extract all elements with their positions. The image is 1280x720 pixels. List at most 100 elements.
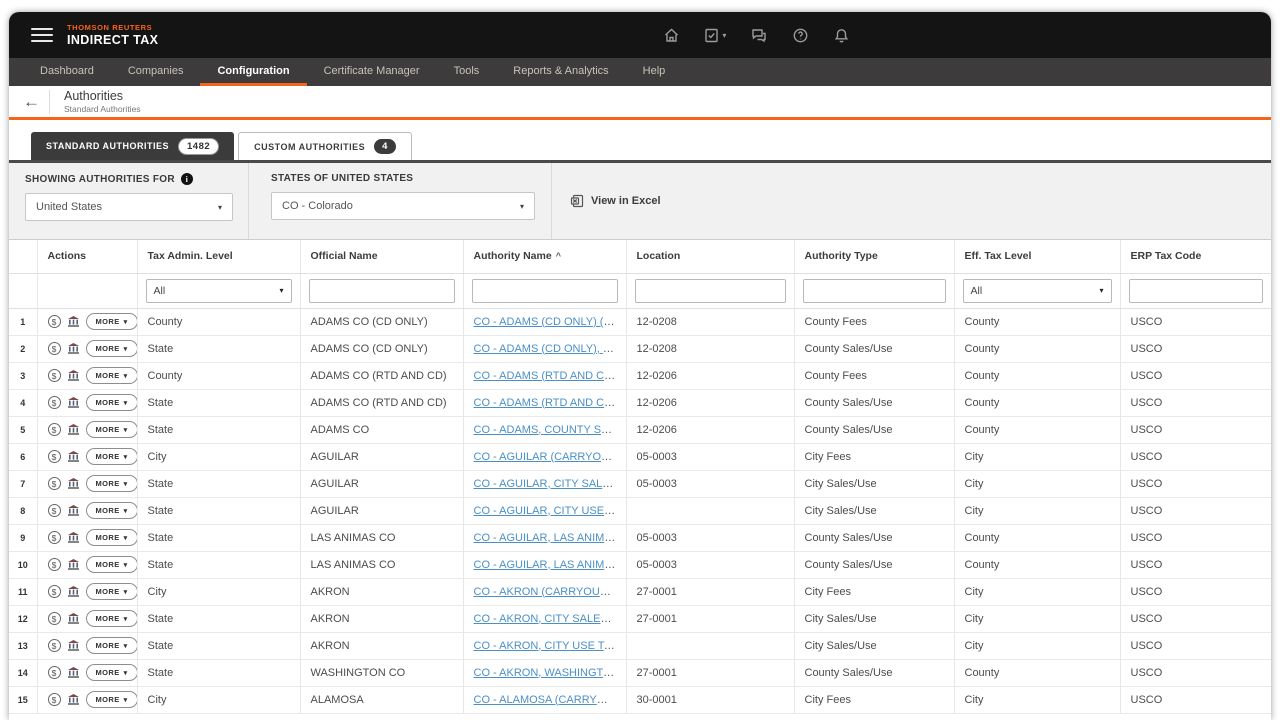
filter-input-official-name[interactable] bbox=[309, 279, 455, 303]
chevron-down-icon: ▾ bbox=[124, 561, 128, 569]
authority-bank-icon[interactable] bbox=[67, 585, 80, 598]
official-name-cell: ADAMS CO (RTD AND CD) bbox=[300, 362, 463, 389]
authority-name-link[interactable]: CO - ADAMS (RTD AND CD)... bbox=[474, 397, 625, 409]
authority-bank-icon[interactable] bbox=[67, 504, 80, 517]
messages-icon[interactable] bbox=[750, 27, 768, 44]
authority-name-link[interactable]: CO - ALAMOSA (CARRYOU... bbox=[474, 694, 623, 706]
authority-name-link[interactable]: CO - AKRON (CARRYOUT ... bbox=[474, 586, 619, 598]
more-button[interactable]: MORE▾ bbox=[86, 529, 138, 546]
more-button[interactable]: MORE▾ bbox=[86, 448, 138, 465]
more-button[interactable]: MORE▾ bbox=[86, 583, 138, 600]
more-button[interactable]: MORE▾ bbox=[86, 475, 138, 492]
filter-input-erp-tax-code[interactable] bbox=[1129, 279, 1264, 303]
authority-name-link[interactable]: CO - ADAMS (CD ONLY) (C... bbox=[474, 316, 621, 328]
authority-name-link[interactable]: CO - AKRON, CITY USE TAX bbox=[474, 640, 619, 652]
column-header-location[interactable]: Location bbox=[626, 240, 794, 273]
nav-item-companies[interactable]: Companies bbox=[111, 58, 201, 86]
nav-item-certificate-manager[interactable]: Certificate Manager bbox=[307, 58, 437, 86]
rates-dollar-icon[interactable]: $ bbox=[48, 396, 61, 409]
rates-dollar-icon[interactable]: $ bbox=[48, 342, 61, 355]
column-header-erp-tax-code[interactable]: ERP Tax Code bbox=[1120, 240, 1271, 273]
more-button[interactable]: MORE▾ bbox=[86, 421, 138, 438]
authority-bank-icon[interactable] bbox=[67, 558, 80, 571]
authority-name-link[interactable]: CO - ADAMS, COUNTY SAL... bbox=[474, 424, 624, 436]
column-header-authority-type[interactable]: Authority Type bbox=[794, 240, 954, 273]
rates-dollar-icon[interactable]: $ bbox=[48, 477, 61, 490]
eff-tax-level-cell: County bbox=[954, 389, 1120, 416]
authority-bank-icon[interactable] bbox=[67, 396, 80, 409]
more-button[interactable]: MORE▾ bbox=[86, 502, 138, 519]
authority-bank-icon[interactable] bbox=[67, 423, 80, 436]
filter-select-tax-admin-level[interactable]: All▾ bbox=[146, 279, 292, 303]
authority-name-link[interactable]: CO - ADAMS (RTD AND CD)... bbox=[474, 370, 625, 382]
rates-dollar-icon[interactable]: $ bbox=[48, 612, 61, 625]
authority-bank-icon[interactable] bbox=[67, 450, 80, 463]
more-button[interactable]: MORE▾ bbox=[86, 691, 138, 708]
home-icon[interactable] bbox=[663, 27, 680, 44]
column-header-tax-admin-level[interactable]: Tax Admin. Level bbox=[137, 240, 300, 273]
authority-bank-icon[interactable] bbox=[67, 612, 80, 625]
more-button[interactable]: MORE▾ bbox=[86, 394, 138, 411]
authority-name-link[interactable]: CO - AKRON, CITY SALES ... bbox=[474, 613, 621, 625]
notifications-icon[interactable] bbox=[833, 27, 850, 44]
nav-item-tools[interactable]: Tools bbox=[437, 58, 497, 86]
main-nav: DashboardCompaniesConfigurationCertifica… bbox=[9, 58, 1271, 86]
filter-input-authority-type[interactable] bbox=[803, 279, 946, 303]
back-button[interactable]: ← bbox=[23, 92, 49, 112]
authority-name-link[interactable]: CO - AGUILAR (CARRYOUT... bbox=[474, 451, 624, 463]
authority-name-link[interactable]: CO - AGUILAR, CITY USE T... bbox=[474, 505, 622, 517]
rates-dollar-icon[interactable]: $ bbox=[48, 369, 61, 382]
authority-name-link[interactable]: CO - AGUILAR, LAS ANIMA... bbox=[474, 532, 621, 544]
authority-name-link[interactable]: CO - ADAMS (CD ONLY), C... bbox=[474, 343, 620, 355]
tab-standard-authorities[interactable]: STANDARD AUTHORITIES 1482 bbox=[31, 132, 234, 160]
authority-name-link[interactable]: CO - AKRON, WASHINGTO... bbox=[474, 667, 621, 679]
rates-dollar-icon[interactable]: $ bbox=[48, 693, 61, 706]
column-header-authority-name[interactable]: Authority Name^ bbox=[463, 240, 626, 273]
column-header-actions[interactable]: Actions bbox=[37, 240, 137, 273]
tasks-icon[interactable]: ▾ bbox=[704, 27, 726, 44]
more-button[interactable]: MORE▾ bbox=[86, 637, 138, 654]
authority-name-link[interactable]: CO - AGUILAR, LAS ANIMA... bbox=[474, 559, 621, 571]
more-button[interactable]: MORE▾ bbox=[86, 340, 138, 357]
table-row: 11$MORE▾CityAKRONCO - AKRON (CARRYOUT ..… bbox=[9, 578, 1271, 605]
authority-bank-icon[interactable] bbox=[67, 666, 80, 679]
more-button[interactable]: MORE▾ bbox=[86, 556, 138, 573]
column-header-eff-tax-level[interactable]: Eff. Tax Level bbox=[954, 240, 1120, 273]
filter-input-location[interactable] bbox=[635, 279, 786, 303]
state-select[interactable]: CO - Colorado ▾ bbox=[271, 192, 535, 220]
rates-dollar-icon[interactable]: $ bbox=[48, 504, 61, 517]
tab-custom-authorities[interactable]: CUSTOM AUTHORITIES 4 bbox=[238, 132, 412, 160]
authority-bank-icon[interactable] bbox=[67, 531, 80, 544]
rates-dollar-icon[interactable]: $ bbox=[48, 423, 61, 436]
help-icon[interactable] bbox=[792, 27, 809, 44]
column-header-official-name[interactable]: Official Name bbox=[300, 240, 463, 273]
nav-item-configuration[interactable]: Configuration bbox=[200, 58, 306, 86]
authority-bank-icon[interactable] bbox=[67, 639, 80, 652]
rates-dollar-icon[interactable]: $ bbox=[48, 585, 61, 598]
rates-dollar-icon[interactable]: $ bbox=[48, 315, 61, 328]
rates-dollar-icon[interactable]: $ bbox=[48, 666, 61, 679]
authority-bank-icon[interactable] bbox=[67, 693, 80, 706]
more-button[interactable]: MORE▾ bbox=[86, 367, 138, 384]
country-select[interactable]: United States ▾ bbox=[25, 193, 233, 221]
filter-select-eff-tax-level[interactable]: All▾ bbox=[963, 279, 1112, 303]
nav-item-reports-analytics[interactable]: Reports & Analytics bbox=[496, 58, 625, 86]
info-icon[interactable]: i bbox=[181, 173, 193, 185]
rates-dollar-icon[interactable]: $ bbox=[48, 450, 61, 463]
authority-bank-icon[interactable] bbox=[67, 342, 80, 355]
nav-item-help[interactable]: Help bbox=[626, 58, 683, 86]
menu-icon[interactable] bbox=[31, 28, 53, 42]
more-button[interactable]: MORE▾ bbox=[86, 313, 138, 330]
more-button[interactable]: MORE▾ bbox=[86, 610, 138, 627]
nav-item-dashboard[interactable]: Dashboard bbox=[23, 58, 111, 86]
authority-bank-icon[interactable] bbox=[67, 315, 80, 328]
rates-dollar-icon[interactable]: $ bbox=[48, 531, 61, 544]
rates-dollar-icon[interactable]: $ bbox=[48, 558, 61, 571]
authority-bank-icon[interactable] bbox=[67, 477, 80, 490]
view-in-excel-button[interactable]: View in Excel bbox=[558, 163, 661, 239]
more-button[interactable]: MORE▾ bbox=[86, 664, 138, 681]
rates-dollar-icon[interactable]: $ bbox=[48, 639, 61, 652]
authority-bank-icon[interactable] bbox=[67, 369, 80, 382]
authority-name-link[interactable]: CO - AGUILAR, CITY SALE... bbox=[474, 478, 619, 490]
filter-input-authority-name[interactable] bbox=[472, 279, 618, 303]
